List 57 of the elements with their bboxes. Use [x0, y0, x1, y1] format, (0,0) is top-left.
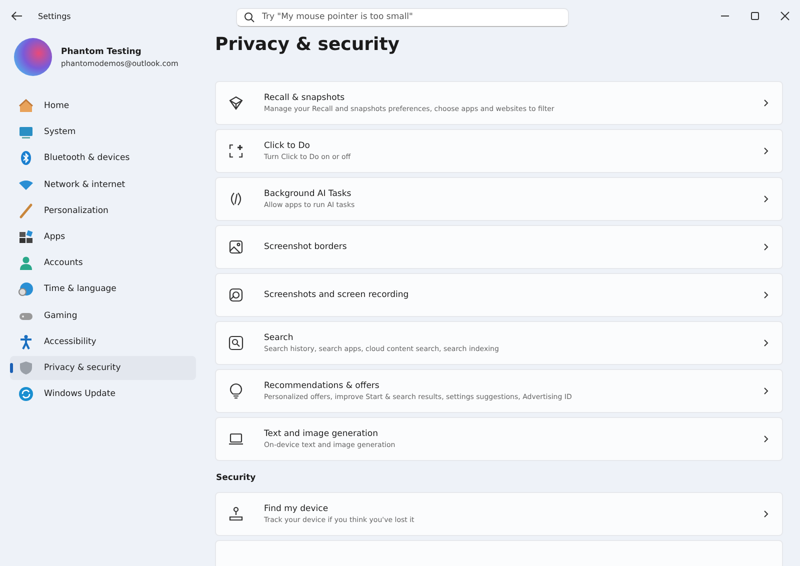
sidebar-item[interactable]: Gaming: [10, 304, 196, 328]
house-icon: [18, 98, 34, 114]
card-title: Search: [264, 333, 294, 343]
selection-icon: [228, 143, 244, 159]
sidebar-item[interactable]: Time & language: [10, 277, 196, 302]
chevron-right-icon: [762, 291, 770, 299]
close-icon: [780, 11, 790, 21]
window-title: Settings: [38, 12, 72, 20]
brush-icon: [18, 202, 34, 219]
sidebar-item[interactable]: Apps: [10, 224, 196, 249]
image-frame-icon: [228, 239, 244, 255]
sidebar-item[interactable]: Network & internet: [10, 172, 196, 197]
chevron-right-icon: [762, 435, 770, 443]
search-icon: [244, 12, 255, 22]
maximize-icon: [750, 11, 760, 21]
sidebar-item[interactable]: Personalization: [10, 198, 196, 223]
apps-icon: [18, 228, 34, 245]
search-field[interactable]: Try "My mouse pointer is too small": [236, 8, 569, 26]
card-title: Text and image generation: [264, 429, 379, 439]
card-title: Background AI Tasks: [264, 189, 352, 199]
settings-card[interactable]: Screenshot borders: [215, 225, 783, 269]
card-title: Recommendations & offers: [264, 381, 380, 391]
chevron-right-icon: [762, 195, 770, 203]
sidebar-item[interactable]: System: [10, 120, 196, 144]
avatar: [14, 38, 52, 76]
sync-icon: [18, 386, 34, 402]
card-title: Recall & snapshots: [264, 93, 346, 103]
sidebar-item[interactable]: Bluetooth & devices: [10, 146, 196, 170]
monitor-icon: [18, 124, 34, 140]
sidebar-item[interactable]: Privacy & security: [10, 356, 196, 380]
bluetooth-icon: [18, 150, 34, 166]
ai-tasks-icon: [228, 191, 244, 207]
chevron-right-icon: [762, 99, 770, 107]
account-name: Phantom Testing: [61, 46, 142, 56]
laptop-icon: [228, 431, 244, 447]
person-icon: [18, 255, 34, 272]
sidebar-item[interactable]: Accounts: [10, 251, 196, 276]
back-arrow-icon[interactable]: [10, 9, 24, 23]
chevron-right-icon: [762, 339, 770, 347]
card-title: Screenshots and screen recording: [264, 290, 410, 300]
chevron-right-icon: [762, 147, 770, 155]
card-title: Click to Do: [264, 141, 311, 151]
search-icon: [228, 335, 244, 351]
sidebar-item[interactable]: Accessibility: [10, 330, 196, 354]
sidebar-item[interactable]: Home: [10, 94, 196, 118]
sidebar-item[interactable]: Windows Update: [10, 382, 196, 406]
chevron-right-icon: [762, 243, 770, 251]
card-title: Screenshot borders: [264, 242, 348, 252]
lightbulb-icon: [228, 383, 244, 399]
chevron-right-icon: [762, 510, 770, 518]
shield-icon: [18, 360, 34, 376]
section-heading: Security: [216, 473, 257, 483]
settings-card[interactable]: Screenshots and screen recording: [215, 273, 783, 317]
chevron-right-icon: [762, 387, 770, 395]
page-title: Privacy & security: [215, 34, 401, 55]
card-title: Find my device: [264, 504, 330, 514]
accessibility-icon: [18, 334, 34, 350]
